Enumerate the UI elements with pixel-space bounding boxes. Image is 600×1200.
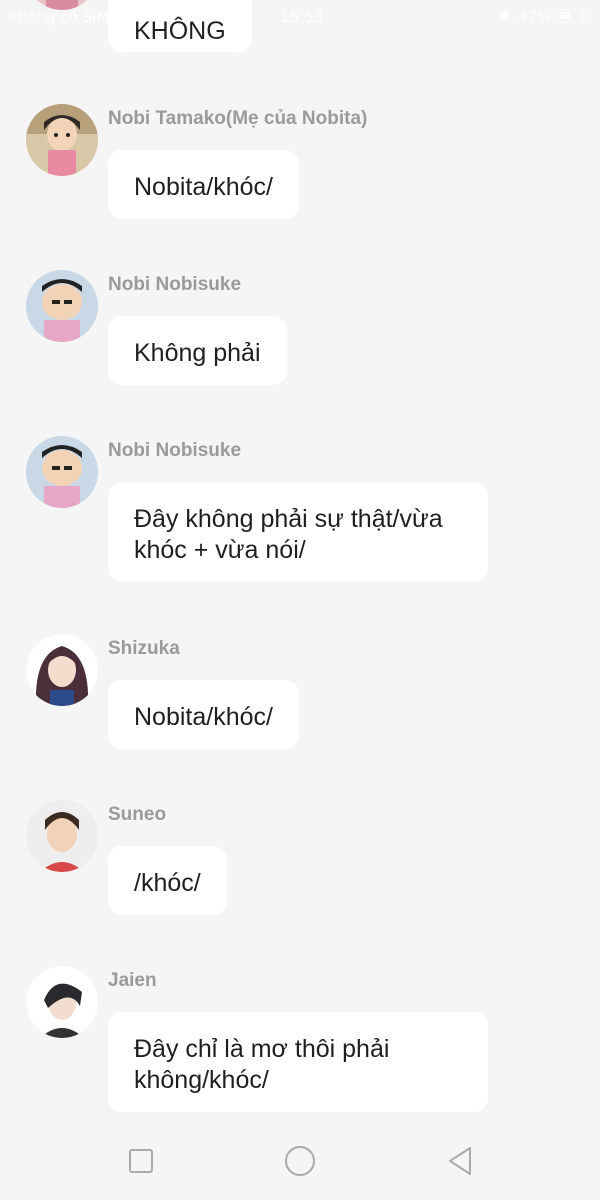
battery-percent: 47%: [518, 8, 552, 26]
avatar[interactable]: [26, 270, 98, 342]
message-text: Nobita/khóc/: [134, 173, 273, 201]
avatar[interactable]: [26, 436, 98, 508]
avatar[interactable]: [26, 966, 98, 1038]
sender-name: Suneo: [108, 804, 167, 825]
carrier-label: Không có SIM: [8, 8, 110, 26]
message-text: Đây chỉ là mơ thôi phải không/khóc/: [134, 1035, 390, 1094]
message-text: /khóc/: [134, 869, 201, 897]
message-bubble[interactable]: /khóc/: [108, 846, 227, 915]
avatar[interactable]: [26, 800, 98, 872]
avatar[interactable]: [26, 104, 98, 176]
status-bar: Không có SIM 15:53 ✱ 47%: [0, 0, 600, 34]
triangle-back-icon[interactable]: [444, 1144, 478, 1178]
sender-name: Nobi Nobisuke: [108, 274, 242, 295]
message-text: Nobita/khóc/: [134, 703, 273, 731]
navigation-bar: [0, 1120, 600, 1200]
avatar[interactable]: [26, 634, 98, 706]
message-text: Đây không phải sự thật/vừa khóc + vừa nó…: [134, 505, 443, 564]
sender-name: Nobi Nobisuke: [108, 440, 242, 461]
clock: 15:53: [280, 8, 324, 26]
square-icon[interactable]: [124, 1144, 158, 1178]
message-text: Không phải: [134, 339, 261, 367]
sender-name: Nobi Tamako(Mẹ của Nobita): [108, 108, 368, 129]
chat-screen: Không có SIM 15:53 ✱ 47% KHÔNG Nobi Tama…: [0, 0, 600, 1200]
battery-icon: [558, 9, 587, 23]
message-bubble[interactable]: Đây không phải sự thật/vừa khóc + vừa nó…: [108, 482, 488, 582]
message-bubble[interactable]: Nobita/khóc/: [108, 680, 299, 749]
bluetooth-icon: ✱: [498, 6, 511, 24]
sender-name: Shizuka: [108, 638, 180, 659]
message-bubble[interactable]: Nobita/khóc/: [108, 150, 299, 219]
circle-icon[interactable]: [283, 1144, 317, 1178]
message-bubble[interactable]: Đây chỉ là mơ thôi phải không/khóc/: [108, 1012, 488, 1112]
message-bubble[interactable]: Không phải: [108, 316, 287, 385]
sender-name: Jaien: [108, 970, 157, 991]
